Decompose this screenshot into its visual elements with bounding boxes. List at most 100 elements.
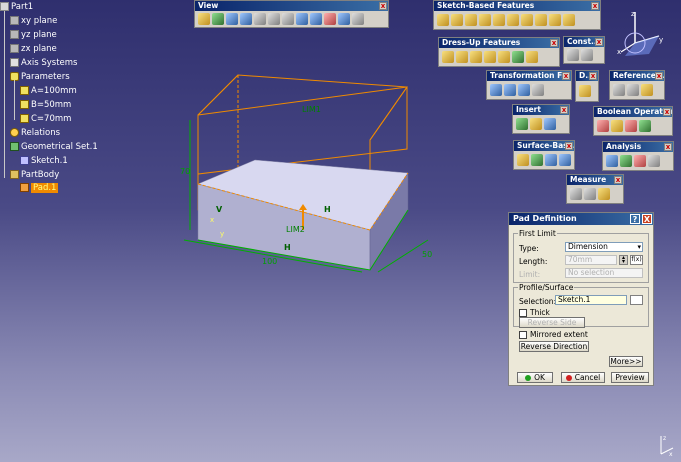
geometrical-set-icon[interactable]	[530, 118, 542, 130]
ordered-set-icon[interactable]	[544, 118, 556, 130]
close-icon[interactable]: x	[591, 2, 599, 10]
selection-input[interactable]: Sketch.1	[555, 295, 627, 305]
reverse-direction-button[interactable]: Reverse Direction	[519, 341, 589, 352]
mirrored-extent-checkbox[interactable]	[519, 331, 527, 339]
spinner-icon[interactable]: ▴ ▾	[619, 255, 628, 265]
length-dimension[interactable]: 100	[262, 257, 277, 266]
constraints-toolbar[interactable]: Const... x	[563, 36, 605, 64]
close-icon[interactable]: x	[614, 176, 622, 184]
view-toolbar[interactable]: View x	[194, 0, 389, 28]
plane-icon[interactable]	[641, 84, 653, 96]
curvature-analysis-icon[interactable]	[620, 155, 632, 167]
cancel-button[interactable]: Cancel	[561, 372, 605, 383]
swap-space-icon[interactable]	[352, 13, 364, 25]
pocket-icon[interactable]	[451, 14, 463, 26]
length-input[interactable]: 70mm	[565, 255, 617, 265]
dialog-title-bar[interactable]: Pad Definition ? X	[509, 213, 653, 225]
measure-between-icon[interactable]	[570, 188, 582, 200]
pad-icon[interactable]	[437, 14, 449, 26]
thread-analysis-icon[interactable]	[634, 155, 646, 167]
surface-based-features-toolbar[interactable]: Surface-Base...x	[513, 140, 575, 170]
measure-item-icon[interactable]	[584, 188, 596, 200]
hide-show-icon[interactable]	[338, 13, 350, 25]
thick-checkbox[interactable]	[519, 309, 527, 317]
remove-loft-icon[interactable]	[563, 14, 575, 26]
tree-node-zx-plane[interactable]: zx plane	[10, 43, 57, 54]
slot-icon[interactable]	[521, 14, 533, 26]
body-icon[interactable]	[516, 118, 528, 130]
tree-node-part[interactable]: Part1	[0, 1, 33, 12]
groove-icon[interactable]	[479, 14, 491, 26]
thickness-icon[interactable]	[498, 51, 510, 63]
rectangular-pattern-icon[interactable]	[518, 84, 530, 96]
add-icon[interactable]	[611, 120, 623, 132]
tree-node-sketch[interactable]: Sketch.1	[20, 155, 68, 166]
measure-toolbar[interactable]: Measure x	[566, 174, 624, 204]
fit-all-icon[interactable]	[212, 13, 224, 25]
tree-node-param-b[interactable]: B=50mm	[20, 99, 71, 110]
translation-icon[interactable]	[490, 84, 502, 96]
union-trim-icon[interactable]	[639, 120, 651, 132]
hole-icon[interactable]	[493, 14, 505, 26]
reverse-side-button[interactable]: Reverse Side	[519, 317, 585, 328]
pan-icon[interactable]	[226, 13, 238, 25]
render-style-icon[interactable]	[324, 13, 336, 25]
fly-mode-icon[interactable]	[198, 13, 210, 25]
close-surface-icon[interactable]	[545, 154, 557, 166]
scaling-icon[interactable]	[532, 84, 544, 96]
tree-node-partbody[interactable]: PartBody	[10, 169, 59, 180]
split-icon[interactable]	[517, 154, 529, 166]
tree-node-yz-plane[interactable]: yz plane	[10, 29, 57, 40]
remove-icon[interactable]	[625, 120, 637, 132]
chamfer-icon[interactable]	[456, 51, 468, 63]
close-icon[interactable]: x	[379, 2, 387, 10]
tree-node-param-c[interactable]: C=70mm	[20, 113, 71, 124]
close-icon[interactable]: x	[562, 72, 570, 80]
compass[interactable]: z y x	[615, 8, 665, 58]
rib-icon[interactable]	[507, 14, 519, 26]
sketch-based-features-toolbar[interactable]: Sketch-Based Features x	[433, 0, 601, 30]
zoom-out-icon[interactable]	[268, 13, 280, 25]
point-icon[interactable]	[613, 84, 625, 96]
lim1-label[interactable]: LIM1	[302, 105, 321, 114]
close-icon[interactable]: x	[589, 72, 597, 80]
dressup-features-toolbar[interactable]: Dress-Up Features x	[438, 37, 560, 67]
measure-inertia-icon[interactable]	[598, 188, 610, 200]
tree-node-parameters[interactable]: Parameters	[10, 71, 70, 82]
lim2-label[interactable]: LIM2	[286, 225, 305, 234]
hand-icon[interactable]	[579, 85, 591, 97]
edge-fillet-icon[interactable]	[442, 51, 454, 63]
analysis-icon[interactable]	[648, 155, 660, 167]
close-icon[interactable]: x	[560, 106, 568, 114]
formula-icon[interactable]: f(x)	[630, 255, 643, 265]
transformation-features-toolbar[interactable]: Transformation F... x	[486, 70, 572, 100]
close-icon[interactable]: x	[664, 143, 672, 151]
line-icon[interactable]	[627, 84, 639, 96]
normal-view-icon[interactable]	[282, 13, 294, 25]
height-dimension[interactable]: 70	[180, 167, 190, 176]
stiffener-icon[interactable]	[535, 14, 547, 26]
d-toolbar[interactable]: D... x	[575, 70, 599, 102]
remove-face-icon[interactable]	[526, 51, 538, 63]
close-icon[interactable]: x	[655, 72, 663, 80]
ok-button[interactable]: OK	[517, 372, 553, 383]
constraint-icon[interactable]	[567, 49, 579, 61]
close-icon[interactable]: x	[565, 142, 573, 150]
thick-surface-icon[interactable]	[531, 154, 543, 166]
multi-view-icon[interactable]	[296, 13, 308, 25]
sketcher-icon[interactable]	[630, 295, 643, 305]
close-icon[interactable]: x	[595, 38, 603, 46]
analysis-toolbar[interactable]: Analysis x	[602, 141, 674, 171]
tree-node-param-a[interactable]: A=100mm	[20, 85, 77, 96]
sew-surface-icon[interactable]	[559, 154, 571, 166]
shell-icon[interactable]	[484, 51, 496, 63]
constraint-defined-icon[interactable]	[581, 49, 593, 61]
close-icon[interactable]: x	[550, 39, 558, 47]
draft-icon[interactable]	[470, 51, 482, 63]
tree-node-relations[interactable]: Relations	[10, 127, 60, 138]
tree-node-xy-plane[interactable]: xy plane	[10, 15, 57, 26]
assemble-icon[interactable]	[597, 120, 609, 132]
preview-button[interactable]: Preview	[611, 372, 649, 383]
close-icon[interactable]: x	[663, 108, 671, 116]
boolean-operations-toolbar[interactable]: Boolean Operationsx	[593, 106, 673, 136]
